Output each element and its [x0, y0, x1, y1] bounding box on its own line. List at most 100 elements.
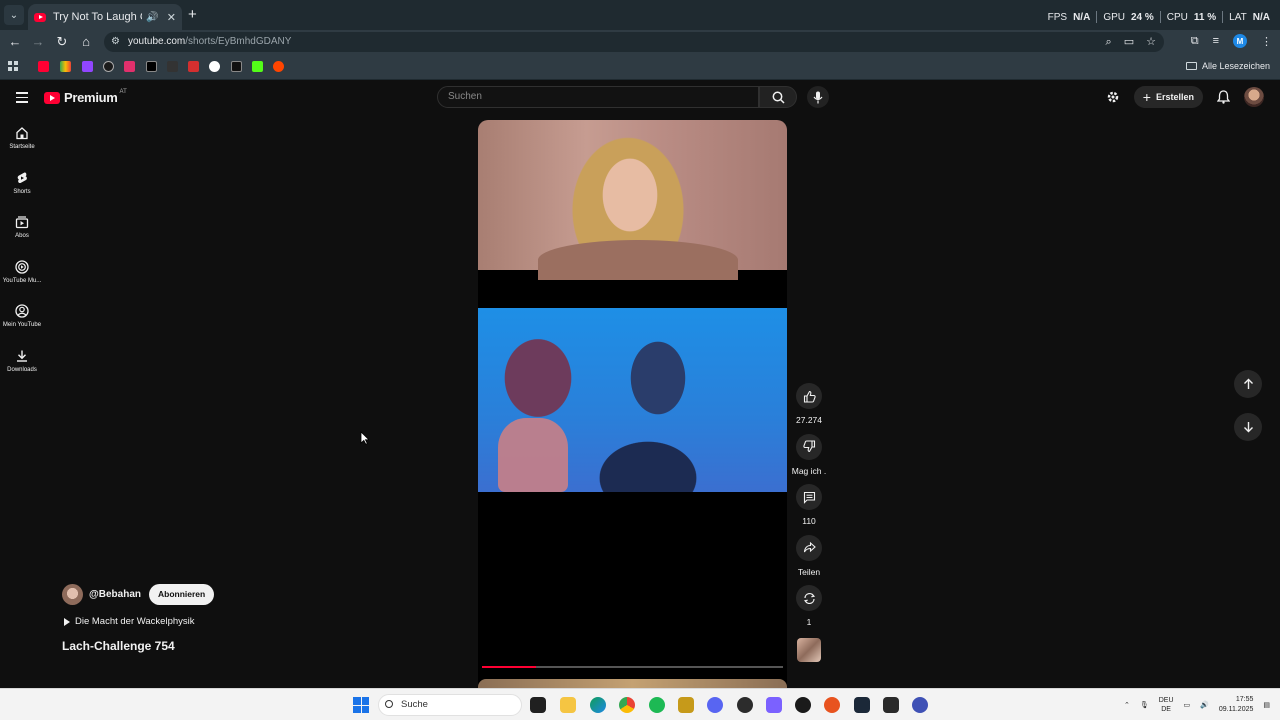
- remix-button[interactable]: [796, 585, 822, 611]
- next-short-button[interactable]: [1234, 413, 1262, 441]
- create-button[interactable]: + Erstellen: [1133, 86, 1203, 108]
- account-avatar[interactable]: [1244, 87, 1264, 107]
- menu-icon[interactable]: ⋮: [1261, 35, 1272, 48]
- task-view-icon[interactable]: [530, 697, 546, 713]
- youtube-music-icon: [15, 259, 29, 274]
- rockstar-icon[interactable]: [678, 697, 694, 713]
- input-language[interactable]: DEU DE: [1159, 696, 1174, 714]
- guide-item-home[interactable]: Startseite: [0, 120, 44, 165]
- guide-item-downloads[interactable]: Downloads: [0, 343, 44, 388]
- voice-search-button[interactable]: [807, 86, 829, 108]
- search-input[interactable]: Suchen: [437, 86, 759, 108]
- reading-list-icon[interactable]: ≡: [1213, 35, 1219, 47]
- windows-start-icon[interactable]: [353, 697, 369, 713]
- guide-item-youtube-music[interactable]: YouTube Mu...: [0, 254, 44, 299]
- thumb-up-icon: [803, 390, 816, 403]
- comment-icon: [803, 491, 815, 504]
- site-info-icon[interactable]: ⚙: [111, 32, 120, 52]
- reddit-bookmark-icon[interactable]: [273, 61, 284, 72]
- channel-avatar[interactable]: [62, 584, 83, 605]
- fps-value: N/A: [1073, 11, 1091, 23]
- guide-item-subscriptions[interactable]: Abos: [0, 209, 44, 254]
- arrow-down-icon: [1243, 422, 1253, 433]
- spotify-icon[interactable]: [649, 697, 665, 713]
- speaker-icon[interactable]: 🔊: [146, 12, 158, 23]
- install-icon[interactable]: ▭: [1124, 32, 1134, 52]
- channel-name[interactable]: @Bebahan: [89, 589, 141, 600]
- twitch-bookmark-icon[interactable]: [82, 61, 93, 72]
- tab-search-button[interactable]: ⌄: [4, 5, 24, 25]
- home-button[interactable]: ⌂: [78, 34, 94, 50]
- bookmark-icon[interactable]: [60, 61, 71, 72]
- app-icon[interactable]: [795, 697, 811, 713]
- subscribe-button[interactable]: Abonnieren: [148, 584, 215, 605]
- bookmark-star-icon[interactable]: ☆: [1146, 32, 1156, 52]
- zoom-icon[interactable]: ⌕: [1106, 32, 1112, 52]
- short-title: Lach-Challenge 754: [62, 639, 175, 653]
- cast-gear-icon[interactable]: [1106, 90, 1120, 104]
- audio-thumbnail[interactable]: [797, 637, 821, 662]
- new-tab-button[interactable]: +: [188, 6, 197, 23]
- dislike-button[interactable]: [796, 433, 822, 460]
- guide-item-shorts[interactable]: Shorts: [0, 165, 44, 210]
- search-icon: [772, 91, 785, 104]
- app-icon[interactable]: [912, 697, 928, 713]
- bookmark-icon[interactable]: [167, 61, 178, 72]
- discord-icon[interactable]: [707, 697, 723, 713]
- comments-button[interactable]: [796, 484, 822, 510]
- apps-grid-icon[interactable]: [8, 61, 19, 72]
- address-bar[interactable]: ⚙ youtube.com/shorts/EyBmhdGDANY ⌕ ▭ ☆: [104, 32, 1164, 52]
- file-explorer-icon[interactable]: [560, 697, 576, 713]
- app-icon[interactable]: [824, 697, 840, 713]
- edge-icon[interactable]: [590, 697, 606, 713]
- share-button[interactable]: [796, 534, 822, 561]
- all-bookmarks-label: Alle Lesezeichen: [1201, 61, 1270, 71]
- notification-center-icon[interactable]: ▤: [1263, 701, 1270, 709]
- youtube-bookmark-icon[interactable]: [38, 61, 49, 72]
- chrome-icon[interactable]: [619, 697, 635, 713]
- tab-active[interactable]: Try Not To Laugh Challenge 🔊 ✕: [28, 4, 182, 30]
- epic-games-icon[interactable]: [883, 697, 899, 713]
- guide-item-you[interactable]: Mein YouTube: [0, 298, 44, 343]
- extensions-icon[interactable]: ⧉: [1191, 35, 1199, 48]
- bookmark-icon[interactable]: [188, 61, 199, 72]
- x-bookmark-icon[interactable]: [146, 61, 157, 72]
- youtube-premium-logo[interactable]: Premium AT: [44, 89, 127, 105]
- bookmark-icon[interactable]: [209, 61, 220, 72]
- shorts-video-player[interactable]: [478, 120, 787, 688]
- close-tab-icon[interactable]: ✕: [167, 11, 176, 24]
- instagram-bookmark-icon[interactable]: [124, 61, 135, 72]
- search-button[interactable]: [759, 86, 797, 108]
- steam-icon[interactable]: [854, 697, 870, 713]
- clock-date: 09.11.2025: [1218, 706, 1254, 713]
- remix-icon: [803, 592, 815, 604]
- folder-icon: [1185, 62, 1197, 70]
- tiktok-bookmark-icon[interactable]: [231, 61, 242, 72]
- taskbar-search[interactable]: Suche: [378, 694, 522, 716]
- guide-menu-icon[interactable]: [16, 92, 28, 106]
- back-button[interactable]: ←: [7, 34, 23, 50]
- all-bookmarks[interactable]: Alle Lesezeichen: [1185, 61, 1270, 71]
- home-icon: [16, 127, 28, 140]
- like-button[interactable]: [796, 383, 822, 409]
- volume-icon[interactable]: 🔊: [1200, 701, 1209, 709]
- reload-button[interactable]: ↻: [54, 34, 70, 50]
- video-progress-bar[interactable]: [482, 666, 783, 668]
- kick-bookmark-icon[interactable]: [252, 61, 263, 72]
- clock[interactable]: 17:55 09.11.2025: [1219, 695, 1254, 715]
- toolbar: ← → ↻ ⌂ ⚙ youtube.com/shorts/EyBmhdGDANY…: [0, 30, 1280, 54]
- sound-link[interactable]: Die Macht der Wackelphysik: [64, 616, 195, 627]
- profile-avatar[interactable]: M: [1233, 34, 1247, 48]
- thumb-down-icon: [802, 440, 815, 453]
- network-icon[interactable]: ▭: [1184, 701, 1191, 709]
- microphone-icon[interactable]: 🎙: [1140, 701, 1149, 709]
- forward-button[interactable]: →: [30, 34, 46, 50]
- app-icon[interactable]: [766, 697, 782, 713]
- notifications-bell-icon[interactable]: [1217, 90, 1230, 104]
- comments-action: 110: [795, 484, 823, 526]
- chevron-up-icon[interactable]: ⌃: [1124, 701, 1130, 709]
- comment-count: 110: [802, 516, 816, 526]
- previous-short-button[interactable]: [1234, 370, 1262, 398]
- bookmark-icon[interactable]: [103, 61, 114, 72]
- app-icon[interactable]: [737, 697, 753, 713]
